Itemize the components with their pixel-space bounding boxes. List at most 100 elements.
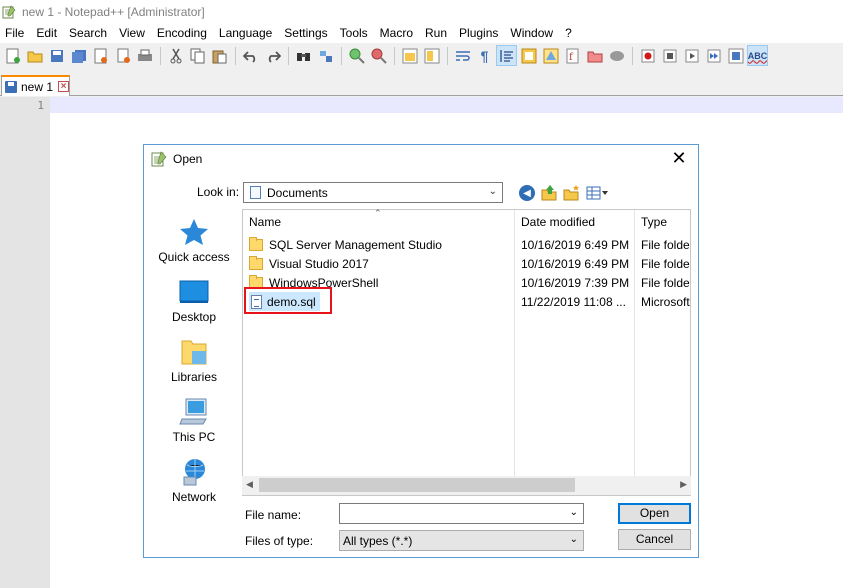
stop-macro-icon[interactable]: [660, 46, 679, 65]
function-list-icon[interactable]: f: [563, 46, 582, 65]
menu-settings[interactable]: Settings: [278, 24, 333, 43]
file-date: 11/22/2019 11:08 ...: [521, 295, 626, 309]
copy-icon[interactable]: [188, 46, 207, 65]
cancel-button[interactable]: Cancel: [618, 529, 691, 550]
file-type-label: Files of type:: [245, 534, 314, 548]
toolbar-separator: [288, 46, 289, 65]
replace-icon[interactable]: [316, 46, 335, 65]
place-label: Desktop: [171, 310, 217, 324]
column-header-type[interactable]: Type: [641, 215, 667, 229]
menu-file[interactable]: File: [0, 24, 30, 43]
redo-icon[interactable]: [263, 46, 282, 65]
place-libraries[interactable]: Libraries: [148, 337, 240, 384]
open-dialog: Open ✕ Look in: Documents ⌄ ◀ Quick acce…: [143, 144, 699, 558]
menu-edit[interactable]: Edit: [30, 24, 63, 43]
new-file-icon[interactable]: [3, 46, 22, 65]
menu-search[interactable]: Search: [63, 24, 113, 43]
menu-plugins[interactable]: Plugins: [453, 24, 504, 43]
find-icon[interactable]: [294, 46, 313, 65]
file-name-input[interactable]: ⌄: [339, 503, 584, 524]
save-macro-icon[interactable]: [726, 46, 745, 65]
toolbar: ¶ f ABC: [0, 43, 843, 68]
documents-icon: [250, 186, 261, 199]
menu-help[interactable]: ?: [559, 24, 578, 43]
horizontal-scrollbar[interactable]: ◀ ▶: [242, 476, 691, 495]
column-header-date[interactable]: Date modified: [521, 215, 595, 229]
scroll-thumb[interactable]: [259, 478, 575, 492]
tab-close-icon[interactable]: ×: [58, 81, 70, 92]
chevron-down-icon[interactable]: ⌄: [570, 507, 578, 518]
zoom-out-icon[interactable]: [369, 46, 388, 65]
save-icon[interactable]: [47, 46, 66, 65]
view-menu-icon[interactable]: [586, 184, 608, 202]
open-button[interactable]: Open: [618, 503, 691, 524]
menu-window[interactable]: Window: [504, 24, 559, 43]
notepad-dialog-icon: [151, 151, 167, 167]
menu-encoding[interactable]: Encoding: [151, 24, 213, 43]
monitoring-icon[interactable]: [607, 46, 626, 65]
toolbar-separator: [394, 46, 395, 65]
play-macro-icon[interactable]: [682, 46, 701, 65]
menu-macro[interactable]: Macro: [374, 24, 419, 43]
cut-icon[interactable]: [166, 46, 185, 65]
close-all-icon[interactable]: [113, 46, 132, 65]
show-all-chars-icon[interactable]: ¶: [475, 46, 494, 65]
place-quick-access[interactable]: Quick access: [148, 217, 240, 264]
chevron-down-icon: ⌄: [488, 186, 497, 197]
menu-run[interactable]: Run: [419, 24, 453, 43]
folder-workspace-icon[interactable]: [585, 46, 604, 65]
record-macro-icon[interactable]: [638, 46, 657, 65]
word-wrap-icon[interactable]: [453, 46, 472, 65]
file-name: Visual Studio 2017: [269, 256, 369, 271]
sync-horizontal-icon[interactable]: [422, 46, 441, 65]
file-date: 10/16/2019 6:49 PM: [521, 257, 630, 271]
scroll-left-icon[interactable]: ◀: [246, 479, 253, 490]
tab-strip: new 1 ×: [0, 68, 843, 96]
place-desktop[interactable]: Desktop: [148, 277, 240, 324]
folder-icon: [249, 255, 263, 270]
file-type: File folder: [641, 257, 690, 271]
highlight-box: [244, 287, 332, 314]
menu-view[interactable]: View: [113, 24, 151, 43]
file-type-dropdown[interactable]: All types (*.*) ⌄: [339, 530, 584, 551]
menu-language[interactable]: Language: [213, 24, 278, 43]
file-list[interactable]: ⌃ Name Date modified Type SQL Server Man…: [242, 208, 691, 496]
paste-icon[interactable]: [210, 46, 229, 65]
network-icon: [178, 457, 210, 487]
column-header-name[interactable]: Name: [249, 215, 281, 229]
sync-vertical-icon[interactable]: [400, 46, 419, 65]
look-in-dropdown[interactable]: Documents ⌄: [243, 182, 503, 203]
file-type: File folder: [641, 276, 690, 290]
new-folder-icon[interactable]: [563, 184, 581, 202]
line-number-gutter: 1: [0, 97, 50, 588]
indent-guide-icon[interactable]: [496, 45, 517, 66]
doc-map-icon[interactable]: [541, 46, 560, 65]
print-icon[interactable]: [135, 46, 154, 65]
file-name-label: File name:: [245, 508, 302, 522]
spellcheck-icon[interactable]: ABC: [747, 45, 768, 66]
close-file-icon[interactable]: [91, 46, 110, 65]
back-icon[interactable]: ◀: [519, 185, 535, 201]
place-label: Network: [171, 490, 216, 504]
line-number: 1: [37, 99, 44, 112]
file-date: 10/16/2019 6:49 PM: [521, 238, 630, 252]
undo-icon[interactable]: [241, 46, 260, 65]
tab-new-1[interactable]: new 1 ×: [1, 75, 70, 96]
save-all-icon[interactable]: [69, 46, 88, 65]
udl-icon[interactable]: [519, 46, 538, 65]
place-this-pc[interactable]: This PC: [148, 397, 240, 444]
zoom-in-icon[interactable]: [347, 46, 366, 65]
dialog-title-bar: Open: [144, 145, 698, 173]
scroll-right-icon[interactable]: ▶: [680, 479, 687, 490]
open-file-icon[interactable]: [25, 46, 44, 65]
current-line-highlight: [50, 97, 843, 113]
file-row[interactable]: Visual Studio 2017 10/16/2019 6:49 PM Fi…: [243, 254, 690, 273]
file-row[interactable]: SQL Server Management Studio 10/16/2019 …: [243, 235, 690, 254]
title-bar: new 1 - Notepad++ [Administrator]: [0, 0, 843, 24]
dialog-close-icon[interactable]: ✕: [670, 149, 688, 167]
menu-tools[interactable]: Tools: [334, 24, 374, 43]
file-type: File folder: [641, 238, 690, 252]
run-macro-multiple-icon[interactable]: [704, 46, 723, 65]
place-network[interactable]: Network: [148, 457, 240, 504]
up-folder-icon[interactable]: [540, 184, 558, 202]
